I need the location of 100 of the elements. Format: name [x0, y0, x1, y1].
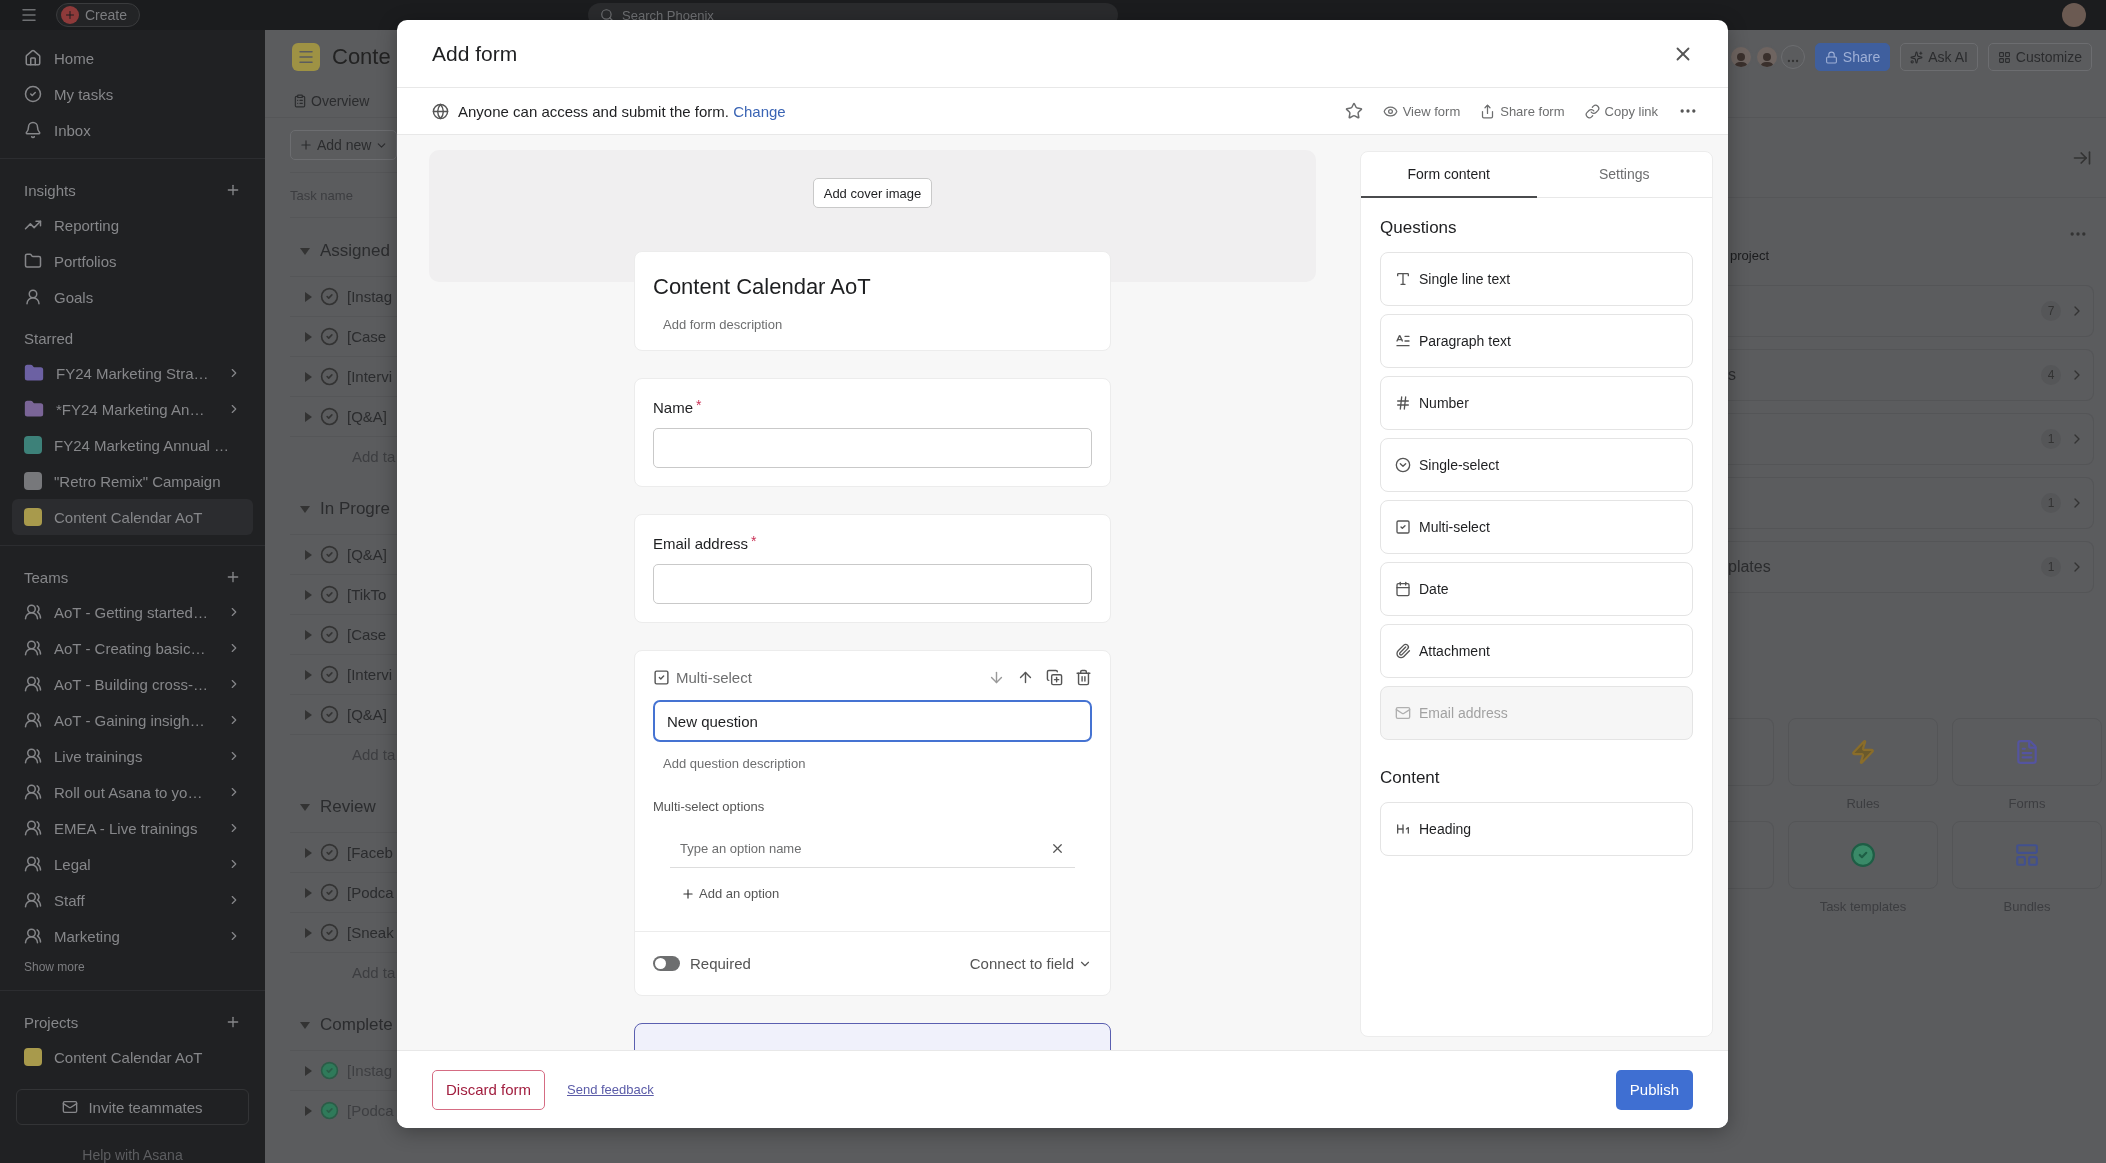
question-type-item[interactable]: Single-select [1380, 438, 1693, 492]
sidebar-item[interactable]: Portfolios [12, 243, 253, 279]
add-icon[interactable] [225, 182, 241, 198]
caret-icon[interactable] [305, 411, 312, 422]
sidebar-item[interactable]: EMEA - Live trainings [12, 810, 253, 846]
check-icon[interactable] [320, 407, 339, 426]
tile-card[interactable] [1788, 821, 1938, 889]
caret-icon[interactable] [305, 669, 312, 680]
caret-icon[interactable] [300, 1021, 310, 1029]
check-icon[interactable] [320, 1061, 339, 1080]
add-cover-button[interactable]: Add cover image [812, 178, 933, 208]
sidebar-item[interactable]: AoT - Building cross-… [12, 666, 253, 702]
duplicate-icon[interactable] [1046, 669, 1063, 686]
delete-icon[interactable] [1075, 669, 1092, 686]
help-link[interactable]: Help with Asana [12, 1147, 253, 1163]
caret-icon[interactable] [305, 291, 312, 302]
caret-icon[interactable] [300, 803, 310, 811]
sidebar-item[interactable]: Live trainings [12, 738, 253, 774]
question-type-item[interactable]: Attachment [1380, 624, 1693, 678]
caret-icon[interactable] [305, 709, 312, 720]
caret-icon[interactable] [305, 1065, 312, 1076]
show-more-link[interactable]: Show more [12, 954, 253, 980]
tab[interactable]: Form content [1361, 152, 1537, 198]
sidebar-item[interactable]: My tasks [12, 76, 253, 112]
sidebar-item[interactable]: "Retro Remix" Campaign [12, 463, 253, 499]
sidebar-item[interactable]: Reporting [12, 207, 253, 243]
caret-icon[interactable] [305, 887, 312, 898]
sidebar-item[interactable]: Content Calendar AoT [12, 1039, 253, 1075]
question-field[interactable]: New question [653, 700, 1092, 742]
share-button[interactable]: Share [1814, 43, 1891, 71]
caret-icon[interactable] [305, 1105, 312, 1116]
caret-icon[interactable] [300, 247, 310, 255]
tile-card[interactable] [1788, 718, 1938, 786]
sidebar-item[interactable]: Legal [12, 846, 253, 882]
sidebar-item[interactable]: AoT - Gaining insigh… [12, 702, 253, 738]
check-icon[interactable] [320, 625, 339, 644]
close-icon[interactable] [1050, 841, 1065, 856]
caret-icon[interactable] [305, 629, 312, 640]
discard-button[interactable]: Discard form [432, 1069, 545, 1110]
required-toggle[interactable] [653, 956, 680, 971]
question-type-item[interactable]: Number [1380, 376, 1693, 430]
caret-icon[interactable] [305, 331, 312, 342]
sidebar-item[interactable]: Content Calendar AoT [12, 499, 253, 535]
feedback-link[interactable]: Send feedback [567, 1082, 654, 1097]
toolbar-button[interactable]: Share form [1480, 103, 1565, 119]
move-down-icon[interactable] [988, 669, 1005, 686]
check-icon[interactable] [320, 843, 339, 862]
publish-button[interactable]: Publish [1615, 1069, 1693, 1110]
caret-icon[interactable] [305, 371, 312, 382]
change-link[interactable]: Change [733, 102, 786, 120]
description-placeholder[interactable]: Add question description [653, 756, 1092, 771]
check-icon[interactable] [320, 367, 339, 386]
sidebar-item[interactable]: FY24 Marketing Stra… [12, 355, 253, 391]
check-icon[interactable] [320, 1101, 339, 1120]
question-type-item[interactable]: Date [1380, 562, 1693, 616]
caret-icon[interactable] [300, 505, 310, 513]
check-icon[interactable] [320, 545, 339, 564]
create-button[interactable]: Create [56, 3, 141, 27]
connect-dropdown[interactable]: Connect to field [969, 955, 1092, 972]
caret-icon[interactable] [305, 549, 312, 560]
tile-card[interactable] [1952, 821, 2102, 889]
star-icon[interactable] [1344, 102, 1363, 120]
description-placeholder[interactable]: Add form description [653, 317, 1092, 332]
check-icon[interactable] [320, 705, 339, 724]
sidebar-item[interactable]: AoT - Getting started… [12, 594, 253, 630]
toolbar-button[interactable]: Copy link [1584, 103, 1658, 119]
answer-field[interactable] [653, 428, 1092, 468]
sidebar-item[interactable]: Staff [12, 882, 253, 918]
sidebar-item[interactable]: AoT - Creating basic… [12, 630, 253, 666]
sidebar-item[interactable]: Home [12, 40, 253, 76]
question-type-item[interactable]: Paragraph text [1380, 314, 1693, 368]
check-icon[interactable] [320, 665, 339, 684]
check-icon[interactable] [320, 923, 339, 942]
sidebar-item[interactable]: Goals [12, 279, 253, 315]
question-type-item[interactable]: Single line text [1380, 252, 1693, 306]
add-option-button[interactable]: Add an option [681, 886, 780, 901]
caret-icon[interactable] [305, 589, 312, 600]
caret-icon[interactable] [305, 847, 312, 858]
move-up-icon[interactable] [1017, 669, 1034, 686]
check-icon[interactable] [320, 883, 339, 902]
menu-icon[interactable] [20, 6, 38, 24]
check-icon[interactable] [320, 585, 339, 604]
check-icon[interactable] [320, 327, 339, 346]
sidebar-item[interactable]: Marketing [12, 918, 253, 954]
answer-field[interactable] [653, 564, 1092, 604]
add-icon[interactable] [225, 569, 241, 585]
caret-icon[interactable] [305, 927, 312, 938]
toolbar-button[interactable]: View form [1382, 103, 1461, 119]
add-icon[interactable] [225, 1014, 241, 1030]
check-icon[interactable] [320, 287, 339, 306]
sidebar-item[interactable]: Inbox [12, 112, 253, 148]
question-type-item[interactable]: Heading [1380, 802, 1693, 856]
option-field[interactable]: Type an option name [670, 830, 1075, 868]
sidebar-item[interactable]: FY24 Marketing Annual … [12, 427, 253, 463]
sidebar-item[interactable]: Roll out Asana to yo… [12, 774, 253, 810]
sidebar-item[interactable]: *FY24 Marketing An… [12, 391, 253, 427]
question-type-item[interactable]: Multi-select [1380, 500, 1693, 554]
tab[interactable]: Settings [1536, 152, 1712, 198]
tile-card[interactable] [1952, 718, 2102, 786]
invite-button[interactable]: Invite teammates [16, 1089, 249, 1125]
